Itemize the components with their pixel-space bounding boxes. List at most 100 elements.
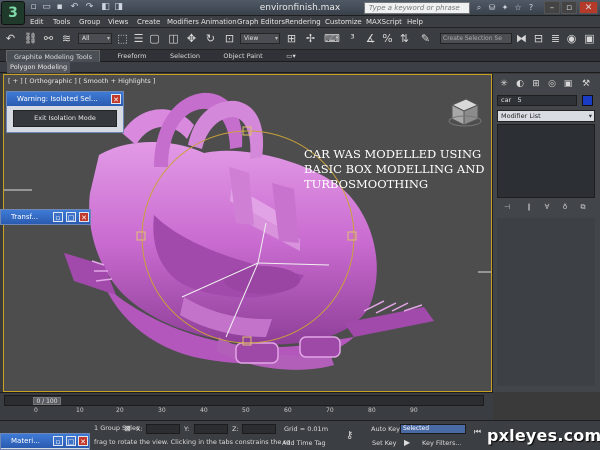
help-icon[interactable]: ?	[525, 2, 537, 14]
menu-modifiers[interactable]: Modifiers	[167, 16, 199, 28]
configure-sets-icon[interactable]: ⧉	[577, 202, 589, 213]
exit-isolation-button[interactable]: Exit Isolation Mode	[13, 110, 117, 127]
open-icon[interactable]: ▭	[41, 2, 52, 13]
object-name-field[interactable]: car 5	[497, 95, 577, 106]
rotate-icon[interactable]: ↻	[203, 31, 218, 46]
close-icon[interactable]: ✕	[79, 212, 89, 222]
go-to-start-icon[interactable]: ⏮	[472, 427, 483, 437]
modifier-list-dropdown[interactable]: Modifier List ▾	[497, 110, 595, 122]
tab-object-paint[interactable]: Object Paint	[218, 50, 268, 62]
add-time-tag[interactable]: Add Time Tag	[282, 439, 326, 447]
close-button[interactable]: ✕	[579, 1, 598, 14]
menu-group[interactable]: Group	[79, 16, 100, 28]
menu-create[interactable]: Create	[137, 16, 160, 28]
save-icon[interactable]: ▪	[54, 2, 65, 13]
tab-freeform[interactable]: Freeform	[112, 50, 152, 62]
fetch-icon[interactable]: ◨	[113, 2, 124, 13]
z-coordinate-field[interactable]	[242, 424, 276, 434]
track-bar[interactable]: 0 10 20 30 40 50 60 70 80 90	[4, 407, 484, 419]
create-tab-icon[interactable]: ✳	[498, 78, 510, 90]
spinner-snap-icon[interactable]: ⇅	[397, 31, 412, 46]
key-icon[interactable]: ⚷	[346, 430, 353, 441]
app-logo-button[interactable]: 3	[1, 1, 25, 25]
select-manipulate-icon[interactable]: ✢	[303, 31, 318, 46]
dialog-title[interactable]: Warning: Isolated Sel...	[7, 92, 123, 106]
material-editor-icon[interactable]: ◉	[564, 31, 579, 46]
maximize-icon[interactable]: □	[66, 212, 76, 222]
auto-key-button[interactable]: Auto Key	[371, 425, 400, 433]
search-input[interactable]: Type a keyword or phrase	[364, 2, 470, 14]
new-icon[interactable]: ▫	[28, 2, 39, 13]
display-tab-icon[interactable]: ▣	[562, 78, 574, 90]
menu-maxscript[interactable]: MAXScript	[366, 16, 402, 28]
menu-customize[interactable]: Customize	[325, 16, 362, 28]
align-icon[interactable]: ⊟	[531, 31, 546, 46]
make-unique-icon[interactable]: ∀	[541, 202, 553, 213]
time-slider[interactable]: 0 / 100	[4, 395, 484, 406]
scale-icon[interactable]: ⊡	[222, 31, 237, 46]
polygon-modeling-panel[interactable]: Polygon Modeling	[7, 62, 71, 73]
menu-views[interactable]: Views	[108, 16, 128, 28]
time-slider-thumb[interactable]: 0 / 100	[33, 397, 61, 405]
maximize-icon[interactable]: □	[66, 436, 76, 446]
menu-help[interactable]: Help	[407, 16, 423, 28]
motion-tab-icon[interactable]: ◎	[546, 78, 558, 90]
menu-animation[interactable]: Animation	[201, 16, 237, 28]
tab-graphite-modeling-tools[interactable]: Graphite Modeling Tools	[6, 50, 100, 62]
minimize-button[interactable]: –	[544, 1, 560, 14]
selection-filter-dropdown[interactable]: All ▾	[78, 33, 112, 44]
tab-selection[interactable]: Selection	[165, 50, 205, 62]
select-link-icon[interactable]: ⛓	[23, 31, 38, 46]
bind-space-warp-icon[interactable]: ≋	[59, 31, 74, 46]
object-color-swatch[interactable]	[582, 95, 593, 106]
mirror-icon[interactable]: ⧓	[514, 31, 529, 46]
communication-icon[interactable]: ✦	[499, 2, 511, 14]
modifier-stack[interactable]	[497, 124, 595, 198]
render-icon[interactable]: ▣	[582, 31, 597, 46]
lock-selection-icon[interactable]: ⊠	[124, 424, 131, 433]
hierarchy-tab-icon[interactable]: ⊞	[530, 78, 542, 90]
dialog-title[interactable]: Transf...	[1, 210, 90, 224]
percent-snap-icon[interactable]: %	[380, 31, 395, 46]
close-icon[interactable]: ✕	[78, 436, 88, 446]
selection-region-icon[interactable]: ▢	[147, 31, 162, 46]
remove-modifier-icon[interactable]: ð	[559, 202, 571, 213]
pivot-center-icon[interactable]: ⊞	[284, 31, 299, 46]
y-coordinate-field[interactable]	[194, 424, 228, 434]
menu-rendering[interactable]: Rendering	[285, 16, 321, 28]
ribbon-options-icon[interactable]: ▭▾	[284, 50, 298, 62]
undo-toolbar-icon[interactable]: ↶	[3, 31, 18, 46]
hold-icon[interactable]: ◧	[100, 2, 111, 13]
set-key-button[interactable]: Set Key	[372, 439, 397, 447]
angle-snap-icon[interactable]: ∡	[363, 31, 378, 46]
restore-icon[interactable]: ▫	[53, 436, 63, 446]
window-crossing-icon[interactable]: ◫	[166, 31, 181, 46]
select-object-icon[interactable]: ⬚	[115, 31, 130, 46]
keyboard-shortcut-icon[interactable]: ⌨	[324, 31, 340, 46]
subscription-icon[interactable]: ⛁	[486, 2, 498, 14]
pin-stack-icon[interactable]: ⊣	[501, 202, 513, 213]
menu-tools[interactable]: Tools	[53, 16, 70, 28]
close-icon[interactable]: ✕	[111, 94, 121, 104]
layer-manager-icon[interactable]: ≣	[548, 31, 563, 46]
modify-tab-icon[interactable]: ◐	[514, 78, 526, 90]
set-key-icon[interactable]: ▶	[404, 438, 410, 447]
search-icon[interactable]: ⌕	[473, 2, 485, 14]
maximize-button[interactable]: ▫	[561, 1, 577, 14]
reference-coordinate-dropdown[interactable]: View ▾	[240, 33, 280, 44]
edit-named-selection-icon[interactable]: ✎	[418, 31, 433, 46]
key-filters-button[interactable]: Key Filters...	[422, 439, 462, 447]
show-end-result-icon[interactable]: ∥	[523, 202, 535, 213]
named-selection-set-dropdown[interactable]: Create Selection Se	[440, 33, 512, 44]
undo-icon[interactable]: ↶	[69, 2, 80, 13]
car-model[interactable]	[64, 92, 434, 370]
snaps-toggle-icon[interactable]: ³	[345, 31, 360, 46]
move-icon[interactable]: ✥	[184, 31, 199, 46]
key-mode-dropdown[interactable]: Selected	[400, 424, 466, 434]
menu-graph-editors[interactable]: Graph Editors	[237, 16, 285, 28]
restore-icon[interactable]: ▫	[53, 212, 63, 222]
redo-icon[interactable]: ↷	[84, 2, 95, 13]
favorites-icon[interactable]: ☆	[512, 2, 524, 14]
unlink-icon[interactable]: ⚯	[41, 31, 56, 46]
menu-edit[interactable]: Edit	[30, 16, 44, 28]
